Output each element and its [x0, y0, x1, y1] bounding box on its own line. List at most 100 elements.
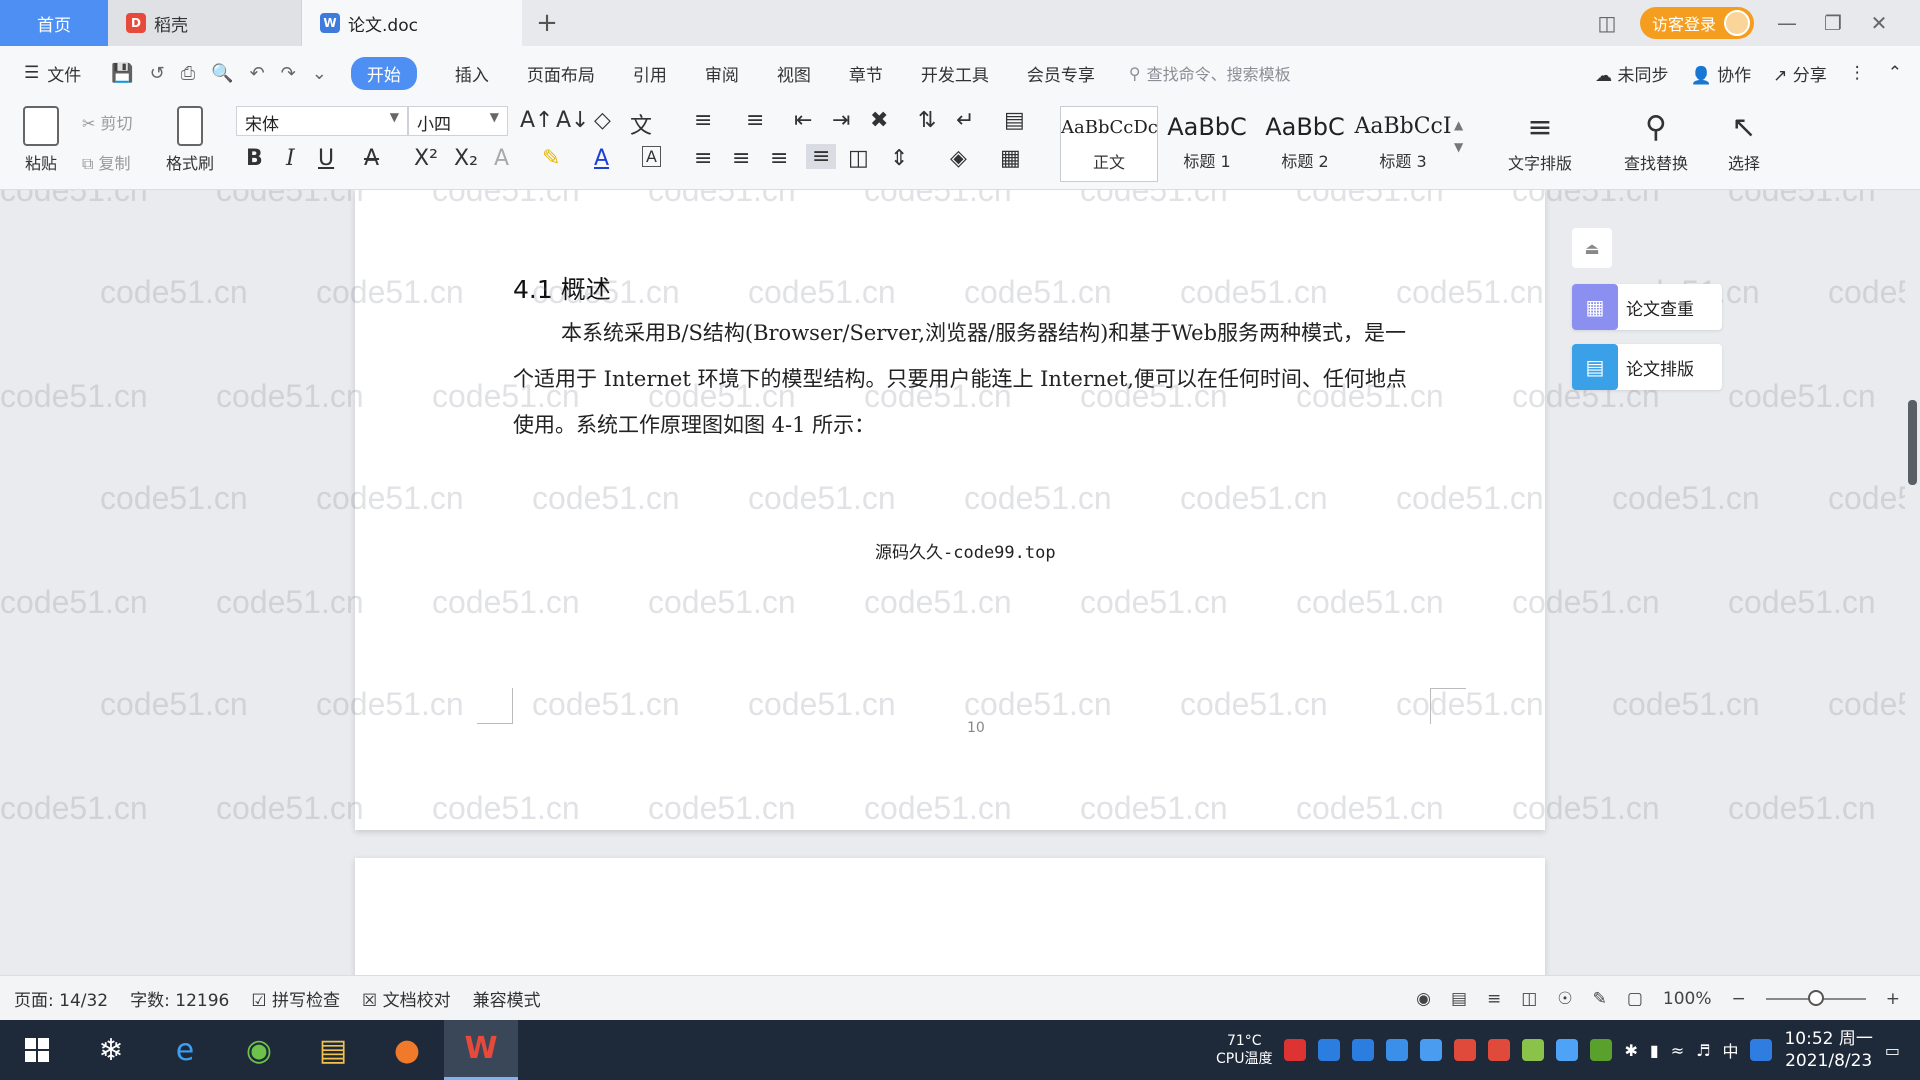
grow-font-icon[interactable]: A↑: [520, 108, 553, 133]
find-replace-button[interactable]: ⚲ 查找替换: [1606, 106, 1706, 174]
font-name-select[interactable]: 宋体 ▼: [236, 106, 408, 136]
underline-icon[interactable]: U: [318, 146, 334, 171]
taskbar-app-fan[interactable]: ❄: [74, 1020, 148, 1080]
collab-button[interactable]: 👤 协作: [1691, 61, 1752, 86]
more-icon[interactable]: ⋮: [1849, 63, 1866, 83]
menu-references[interactable]: 引用: [633, 61, 667, 86]
copy-button[interactable]: ⧉ 复制: [82, 150, 131, 174]
battery-icon[interactable]: ▮: [1650, 1041, 1659, 1060]
page-indicator[interactable]: 页面: 14/32: [14, 986, 108, 1011]
undo-icon[interactable]: ↶: [250, 63, 265, 84]
outline-view-icon[interactable]: ≡: [1487, 989, 1501, 1009]
menu-page-layout[interactable]: 页面布局: [527, 61, 595, 86]
shield-icon[interactable]: [1420, 1039, 1443, 1061]
print-preview-icon[interactable]: 🔍: [211, 63, 233, 84]
sync-button[interactable]: ☁ 未同步: [1595, 61, 1668, 86]
nvidia-icon[interactable]: [1590, 1039, 1613, 1061]
bold-icon[interactable]: B: [246, 146, 263, 171]
style-heading-2[interactable]: AaBbC 标题 2: [1256, 106, 1354, 182]
tab-daoke[interactable]: D 稻壳: [108, 0, 302, 46]
fit-page-icon[interactable]: ▢: [1627, 989, 1643, 1009]
text-effect-icon[interactable]: A: [494, 146, 509, 171]
tray-app-icon[interactable]: [1386, 1039, 1409, 1061]
menu-section[interactable]: 章节: [849, 61, 883, 86]
clock[interactable]: 10:52 周一 2021/8/23: [1784, 1028, 1872, 1072]
strikethrough-icon[interactable]: A: [364, 146, 379, 171]
page-view-icon[interactable]: ▤: [1451, 989, 1467, 1009]
clear-format-icon[interactable]: ◇: [594, 108, 611, 133]
search-tray-icon[interactable]: [1750, 1039, 1773, 1061]
shading-icon[interactable]: ◈: [950, 146, 967, 171]
text-layout-button[interactable]: ≡ 文字排版: [1490, 106, 1590, 174]
file-menu[interactable]: ☰ 文件: [24, 61, 81, 86]
share-button[interactable]: ↗ 分享: [1773, 61, 1827, 86]
font-size-select[interactable]: 小四 ▼: [408, 106, 508, 136]
tab-home[interactable]: 首页: [0, 0, 108, 46]
style-heading-3[interactable]: AaBbCcI 标题 3: [1354, 106, 1452, 182]
borders-icon[interactable]: ▦: [1000, 146, 1021, 171]
char-border-icon[interactable]: A: [642, 146, 661, 167]
collapse-ribbon-icon[interactable]: ⌃: [1888, 63, 1902, 83]
taskbar-app-game[interactable]: ●: [370, 1020, 444, 1080]
print-icon[interactable]: ⎙: [181, 63, 195, 84]
bluetooth-icon[interactable]: ✱: [1624, 1041, 1637, 1060]
document-page[interactable]: 4.1 概述 本系统采用B/S结构(Browser/Server,浏览器/服务器…: [355, 190, 1545, 830]
next-page[interactable]: [355, 858, 1545, 975]
paste-button[interactable]: 粘贴: [16, 106, 66, 174]
cut-button[interactable]: ✂ 剪切: [82, 110, 133, 134]
align-right-icon[interactable]: ≡: [770, 146, 788, 171]
increase-indent-icon[interactable]: ⇥: [832, 108, 850, 133]
style-scroll-icon[interactable]: ▲ ▼: [1454, 114, 1463, 158]
web-view-icon[interactable]: ☉: [1557, 989, 1572, 1009]
customize-chevron-icon[interactable]: ⌄: [312, 63, 327, 84]
tray-app-icon[interactable]: [1556, 1039, 1579, 1061]
menu-member[interactable]: 会员专享: [1027, 61, 1095, 86]
sort-icon[interactable]: ⇅: [918, 108, 936, 133]
start-button[interactable]: [0, 1020, 74, 1080]
window-layout-icon[interactable]: ◫: [1594, 11, 1620, 35]
new-tab-button[interactable]: +: [522, 0, 572, 46]
align-left-icon[interactable]: ≡: [694, 146, 712, 171]
subscript-icon[interactable]: X₂: [454, 146, 478, 171]
taskbar-app-ie[interactable]: e: [148, 1020, 222, 1080]
line-spacing-icon[interactable]: ⇕: [890, 146, 908, 171]
restore-icon[interactable]: ❐: [1820, 11, 1846, 35]
vertical-scrollbar[interactable]: [1905, 190, 1920, 975]
justify-icon[interactable]: ≡: [806, 144, 837, 169]
chinese-layout-icon[interactable]: ✖: [870, 108, 888, 133]
paper-check-button[interactable]: ▦ 论文查重: [1572, 284, 1722, 330]
select-button[interactable]: ↖ 选择: [1714, 106, 1774, 174]
italic-icon[interactable]: I: [286, 146, 295, 171]
tray-app-icon[interactable]: [1318, 1039, 1341, 1061]
highlight-icon[interactable]: ✎: [542, 146, 560, 171]
taskbar-app-explorer[interactable]: ▤: [296, 1020, 370, 1080]
tab-document[interactable]: W 论文.doc: [302, 0, 522, 46]
menu-developer[interactable]: 开发工具: [921, 61, 989, 86]
volume-icon[interactable]: ♬: [1696, 1041, 1710, 1060]
close-icon[interactable]: ✕: [1866, 11, 1892, 35]
proofread-button[interactable]: ☒ 文档校对: [362, 986, 451, 1011]
edit-icon[interactable]: ✎: [1593, 989, 1607, 1009]
command-search[interactable]: ⚲ 查找命令、搜索模板: [1129, 61, 1291, 85]
menu-review[interactable]: 审阅: [705, 61, 739, 86]
zoom-slider[interactable]: [1765, 989, 1866, 1006]
tray-app-icon[interactable]: [1284, 1039, 1307, 1061]
phonetic-icon[interactable]: 文: [630, 108, 652, 140]
decrease-indent-icon[interactable]: ⇤: [794, 108, 812, 133]
tray-app-icon[interactable]: [1352, 1039, 1375, 1061]
minimize-icon[interactable]: —: [1774, 11, 1800, 35]
zoom-out-icon[interactable]: −: [1732, 989, 1746, 1009]
bullet-list-icon[interactable]: ≡: [694, 108, 712, 133]
menu-home[interactable]: 开始: [350, 56, 417, 90]
style-heading-1[interactable]: AaBbC 标题 1: [1158, 106, 1256, 182]
cpu-temp-widget[interactable]: 71°C CPU温度: [1216, 1032, 1272, 1068]
wifi-icon[interactable]: ≈: [1671, 1041, 1684, 1060]
menu-view[interactable]: 视图: [777, 61, 811, 86]
guest-login-button[interactable]: 访客登录: [1639, 7, 1754, 39]
style-normal[interactable]: AaBbCcDc 正文: [1060, 106, 1158, 182]
panel-collapse-button[interactable]: ⏏: [1572, 228, 1612, 268]
zoom-in-icon[interactable]: +: [1886, 989, 1900, 1009]
save-icon[interactable]: 💾: [111, 63, 133, 84]
word-count[interactable]: 字数: 12196: [130, 986, 229, 1011]
tray-app-icon[interactable]: [1454, 1039, 1477, 1061]
